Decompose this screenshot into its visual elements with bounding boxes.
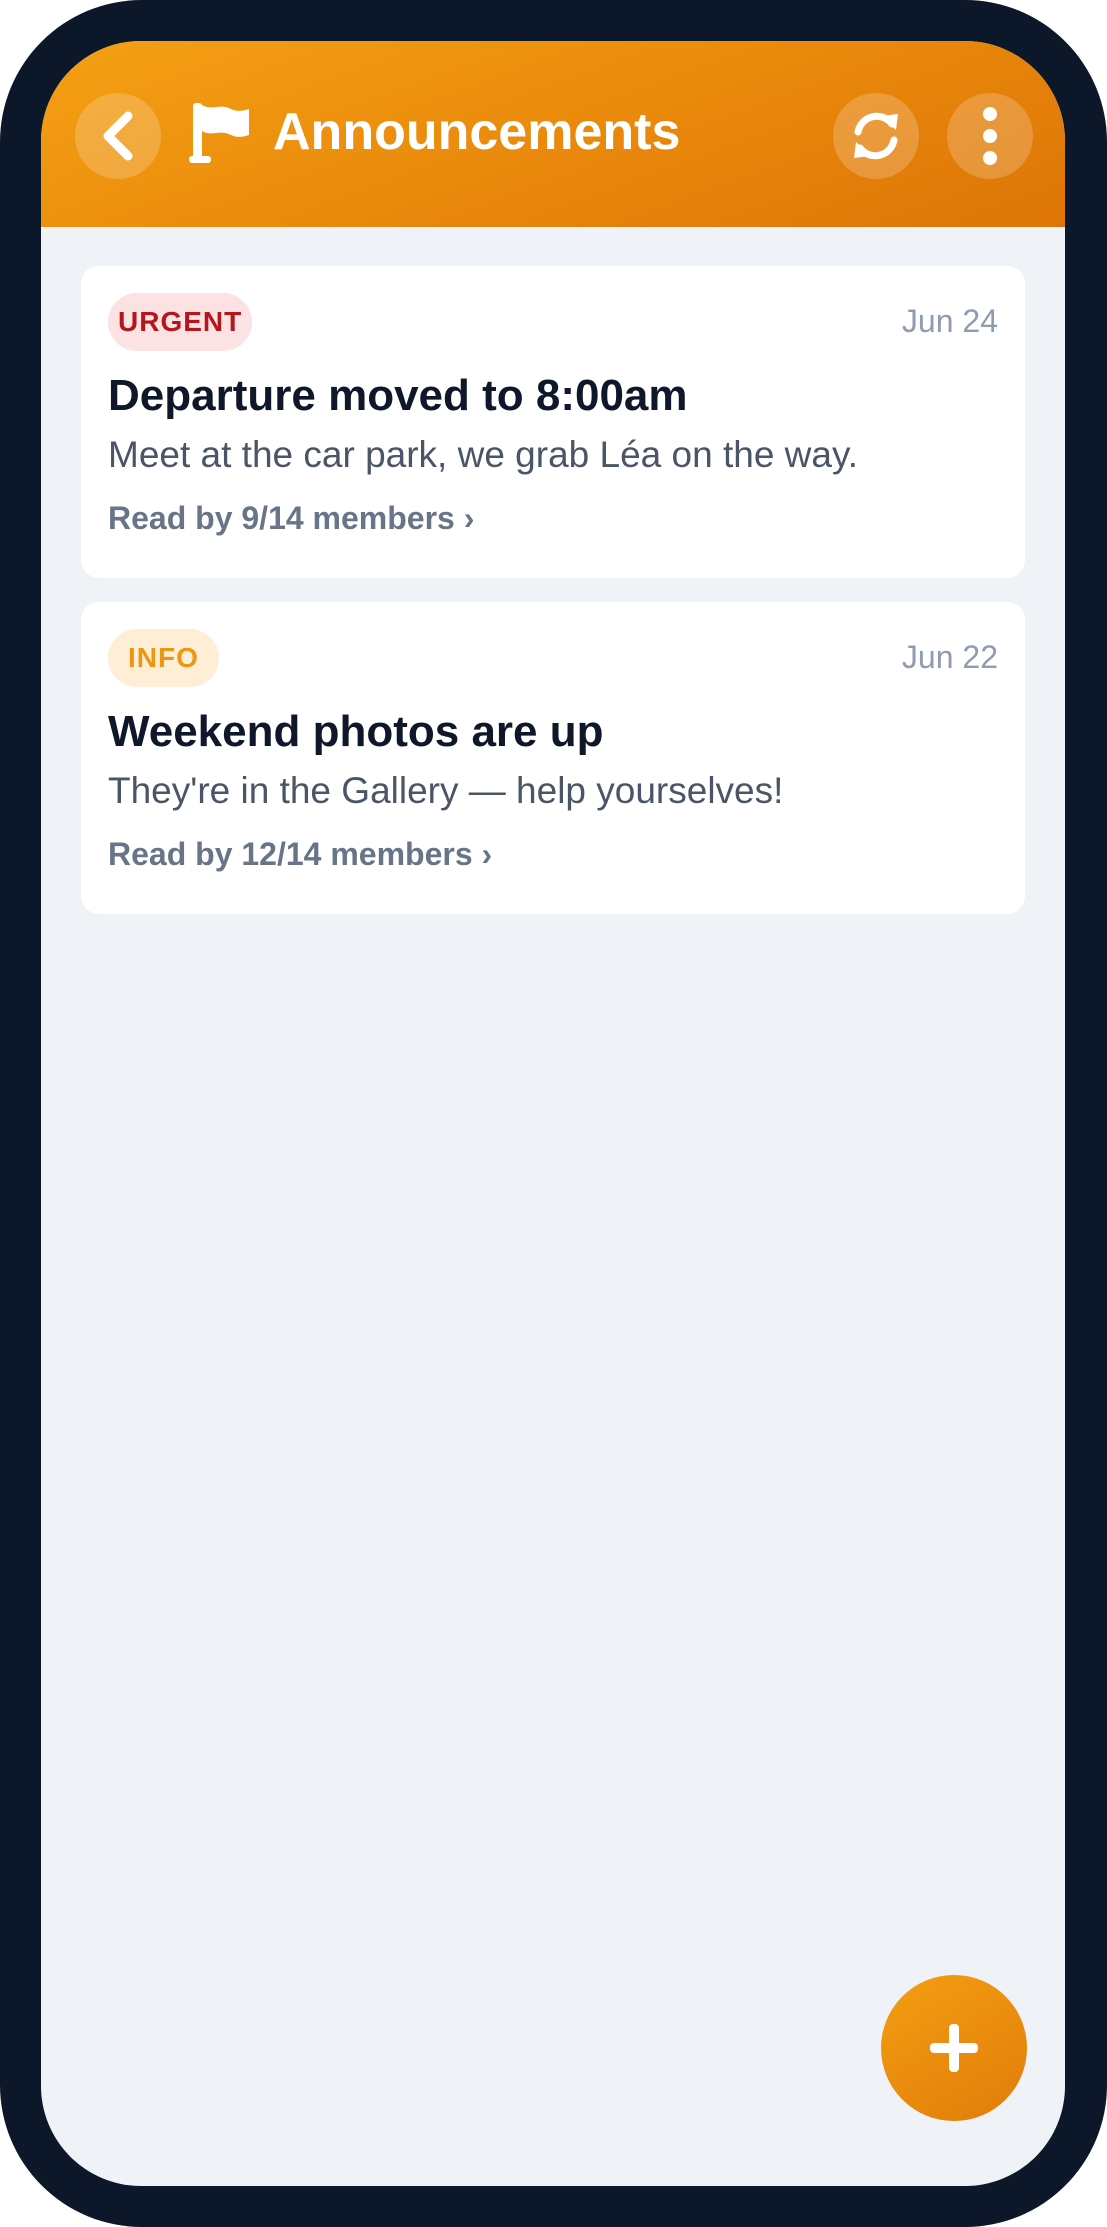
chevron-left-icon — [103, 111, 133, 161]
app-header: Announcements — [41, 41, 1065, 227]
page-title: Announcements — [273, 103, 681, 161]
announcement-title: Weekend photos are up — [108, 707, 604, 756]
announcement-date: Jun 22 — [901, 639, 998, 675]
refresh-icon — [854, 112, 898, 160]
urgent-badge: URGENT — [108, 293, 253, 351]
announcement-date: Jun 24 — [901, 303, 998, 339]
app-screen: Announcements URGENT Jun 24 Departure mo… — [41, 41, 1065, 2186]
more-vertical-icon — [983, 107, 997, 165]
read-receipts-link[interactable]: Read by 12/14 members › — [108, 832, 492, 876]
refresh-button[interactable] — [833, 93, 919, 179]
phone-frame: Announcements URGENT Jun 24 Departure mo… — [0, 0, 1107, 2227]
back-button[interactable] — [75, 93, 161, 179]
read-receipts-link[interactable]: Read by 9/14 members › — [108, 496, 474, 540]
announcement-card[interactable]: INFO Jun 22 Weekend photos are up They'r… — [81, 602, 1025, 914]
plus-icon — [930, 2024, 978, 2072]
announcement-title: Departure moved to 8:00am — [108, 371, 688, 420]
new-announcement-button[interactable] — [881, 1975, 1027, 2121]
announcement-body: They're in the Gallery — help yourselves… — [108, 770, 784, 811]
info-badge: INFO — [108, 629, 219, 687]
flag-icon — [189, 103, 249, 163]
more-options-button[interactable] — [947, 93, 1033, 179]
announcement-body: Meet at the car park, we grab Léa on the… — [108, 434, 859, 475]
announcement-card[interactable]: URGENT Jun 24 Departure moved to 8:00am … — [81, 266, 1025, 578]
